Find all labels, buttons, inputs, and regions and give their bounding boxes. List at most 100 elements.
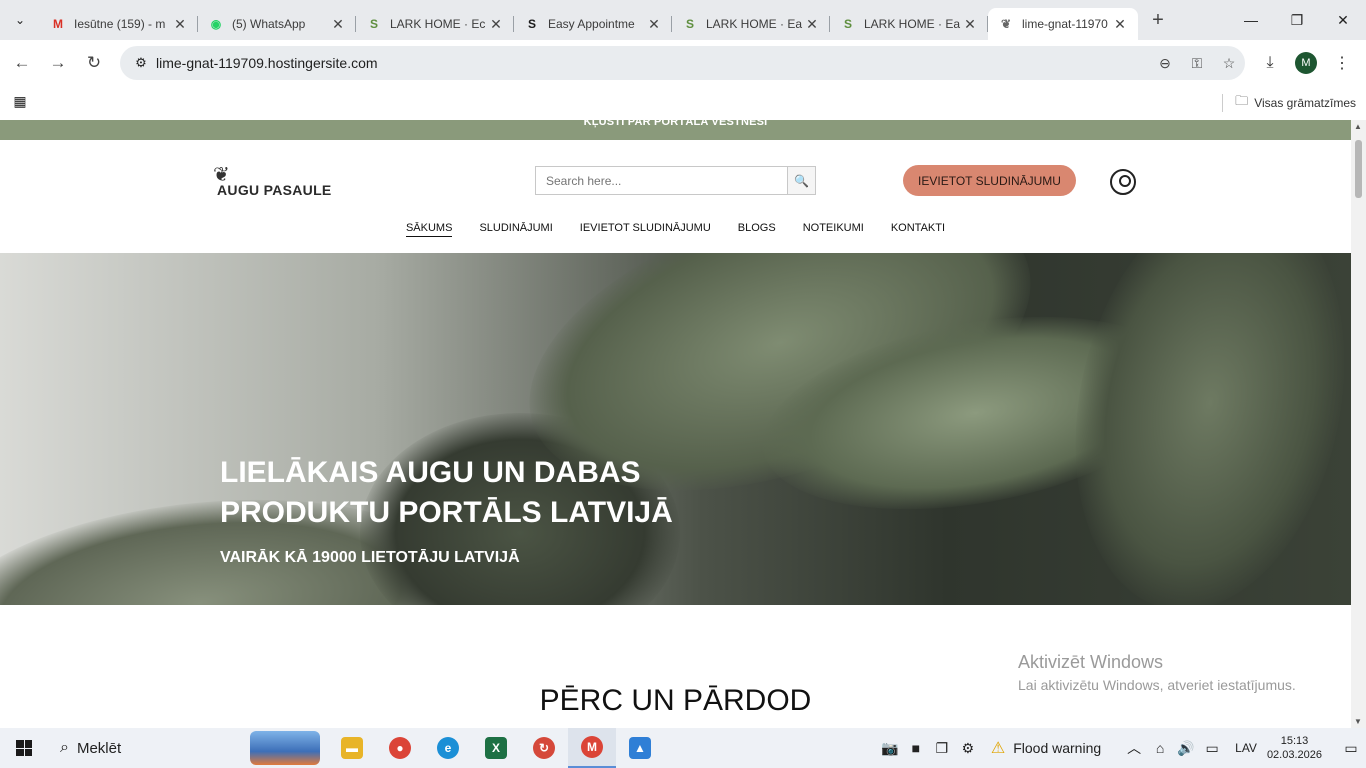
close-tab-icon[interactable]: ✕ <box>488 16 504 33</box>
post-ad-button[interactable]: IEVIETOT SLUDINĀJUMU <box>903 165 1076 196</box>
tab-0[interactable]: M Iesūtne (159) - m ✕ <box>40 8 198 40</box>
site-header: ❦ AUGU PASAULE 🔍 IEVIETOT SLUDINĀJUMU SĀ… <box>0 140 1351 253</box>
close-window-icon[interactable]: ✕ <box>1320 0 1366 40</box>
video-camera-icon[interactable]: ■ <box>903 740 929 756</box>
hero-title: LIELĀKAIS AUGU UN DABAS PRODUKTU PORTĀLS… <box>220 456 673 529</box>
profile-avatar[interactable]: M <box>1295 52 1317 74</box>
all-bookmarks[interactable]: 🗀 Visas grāmatzīmes <box>1222 92 1356 114</box>
site-logo[interactable]: ❦ AUGU PASAULE <box>213 162 343 198</box>
tab-title: (5) WhatsApp <box>232 17 306 31</box>
hero-banner: LIELĀKAIS AUGU UN DABAS PRODUKTU PORTĀLS… <box>0 253 1351 605</box>
bookmark-star-icon[interactable]: ☆ <box>1213 55 1245 72</box>
tab-title: LARK HOME · Ea <box>706 17 803 31</box>
apps-grid-icon[interactable]: ▦ <box>0 93 40 110</box>
scroll-up-icon[interactable]: ▲ <box>1354 122 1362 131</box>
leaf-icon: ❦ <box>1000 17 1012 31</box>
app-red-icon[interactable]: ↻ <box>520 728 568 768</box>
tab-title: lime-gnat-11970 <box>1022 17 1108 31</box>
warning-icon: ⚠ <box>990 740 1006 757</box>
search-icon: 🔍 <box>794 173 809 188</box>
zoom-icon[interactable]: ⊖ <box>1149 55 1181 72</box>
settings-gear-icon[interactable]: ⚙ <box>955 740 981 757</box>
bookmarks-bar: ▦ 🗀 Visas grāmatzīmes <box>0 86 1366 116</box>
tab-title: Iesūtne (159) - m <box>74 17 166 31</box>
system-tray: 📷 ■ ❐ ⚙ ⚠ Flood warning ︿ ⌂ 🔊 ▭ LAV 15:1… <box>877 728 1366 768</box>
tab-2[interactable]: S LARK HOME · Ec ✕ <box>356 8 514 40</box>
tab-5[interactable]: S LARK HOME · Ea ✕ <box>830 8 988 40</box>
shopify-icon: S <box>369 17 378 31</box>
tab-title: Easy Appointme <box>548 17 635 31</box>
close-tab-icon[interactable]: ✕ <box>646 16 662 33</box>
tab-4[interactable]: S LARK HOME · Ea ✕ <box>672 8 830 40</box>
close-tab-icon[interactable]: ✕ <box>330 16 346 33</box>
password-key-icon[interactable]: ⚿ <box>1181 55 1213 72</box>
user-account-icon[interactable] <box>1110 169 1136 195</box>
download-icon[interactable]: ⤓ <box>1252 46 1288 80</box>
top-strip-text[interactable]: KĻŪSTI PAR PORTĀLA VĒSTNESI <box>584 120 768 128</box>
search-input[interactable] <box>536 167 787 194</box>
scrollbar-thumb[interactable] <box>1355 140 1362 198</box>
url-text[interactable]: lime-gnat-119709.hostingersite.com <box>156 55 1149 71</box>
reload-icon[interactable]: ↻ <box>76 45 112 81</box>
tab-search-chevron-icon[interactable]: ⌄ <box>0 0 40 40</box>
nav-item-3[interactable]: BLOGS <box>738 222 776 237</box>
file-explorer-icon[interactable]: ▬ <box>328 728 376 768</box>
search-button[interactable]: 🔍 <box>787 167 815 194</box>
nav-item-4[interactable]: NOTEIKUMI <box>803 222 864 237</box>
logo-text: AUGU PASAULE <box>217 182 332 198</box>
minimize-icon[interactable]: — <box>1228 0 1274 40</box>
windows-logo-icon <box>16 740 32 756</box>
restore-icon[interactable]: ❐ <box>1274 0 1320 40</box>
nav-item-2[interactable]: IEVIETOT SLUDINĀJUMU <box>580 222 711 237</box>
nav-item-5[interactable]: KONTAKTI <box>891 222 945 237</box>
shopify-icon: S <box>527 17 536 31</box>
shopify-icon: S <box>843 17 852 31</box>
taskbar-clock[interactable]: 15:13 02.03.2026 <box>1267 734 1322 762</box>
address-bar[interactable]: ⚙ lime-gnat-119709.hostingersite.com ⊖ ⚿… <box>120 46 1245 80</box>
close-tab-icon[interactable]: ✕ <box>1112 16 1128 33</box>
chrome-icon[interactable]: ● <box>376 728 424 768</box>
excel-icon[interactable]: X <box>472 728 520 768</box>
close-tab-icon[interactable]: ✕ <box>804 16 820 33</box>
page-scrollbar[interactable]: ▲ ▼ <box>1351 120 1366 728</box>
language-indicator[interactable]: LAV <box>1235 741 1257 755</box>
tab-1[interactable]: ◉ (5) WhatsApp ✕ <box>198 8 356 40</box>
close-tab-icon[interactable]: ✕ <box>962 16 978 33</box>
clock-date: 02.03.2026 <box>1266 749 1322 761</box>
taskbar-search[interactable]: ⌕ Meklēt <box>48 728 328 768</box>
chrome-profile-icon[interactable]: M <box>568 728 616 768</box>
camera-icon[interactable]: 📷 <box>877 740 903 757</box>
weather-widget[interactable]: ⚠ Flood warning <box>991 738 1101 758</box>
photos-icon[interactable]: ▲ <box>616 728 664 768</box>
top-announcement-strip[interactable]: KĻŪSTI PAR PORTĀLA VĒSTNESI <box>0 120 1351 140</box>
nav-item-0[interactable]: SĀKUMS <box>405 222 453 237</box>
windows-taskbar: ⌕ Meklēt ▬ ● e X ↻ M ▲ 📷 ■ ❐ ⚙ ⚠ Flood w… <box>0 728 1366 768</box>
nav-item-1[interactable]: SLUDINĀJUMI <box>479 222 552 237</box>
back-arrow-icon[interactable]: ← <box>4 45 40 81</box>
start-button[interactable] <box>0 728 48 768</box>
search-highlight-image <box>250 731 320 765</box>
forward-arrow-icon[interactable]: → <box>40 45 76 81</box>
menu-kebab-icon[interactable]: ⋮ <box>1324 46 1360 80</box>
network-icon[interactable]: ⌂ <box>1147 740 1173 756</box>
battery-icon[interactable]: ▭ <box>1199 740 1225 757</box>
clock-time: 15:13 <box>1280 735 1309 747</box>
scroll-down-icon[interactable]: ▼ <box>1354 717 1362 726</box>
windows-overlap-icon[interactable]: ❐ <box>929 740 955 757</box>
edge-icon[interactable]: e <box>424 728 472 768</box>
watermark-title: Aktivizēt Windows <box>1018 652 1164 672</box>
close-tab-icon[interactable]: ✕ <box>172 16 188 33</box>
chevron-up-icon[interactable]: ︿ <box>1121 738 1147 758</box>
new-tab-button[interactable]: + <box>1138 9 1178 32</box>
tab-title: LARK HOME · Ea <box>864 17 961 31</box>
notifications-icon[interactable]: ▭ <box>1336 740 1366 757</box>
shopify-icon: S <box>685 17 694 31</box>
site-info-icon[interactable]: ⚙ <box>126 55 156 71</box>
tab-3[interactable]: S Easy Appointme ✕ <box>514 8 672 40</box>
watermark-text: Lai aktivizētu Windows, atveriet iestatī… <box>1018 677 1296 693</box>
page-viewport: KĻŪSTI PAR PORTĀLA VĒSTNESI ❦ AUGU PASAU… <box>0 120 1351 728</box>
tab-6[interactable]: ❦ lime-gnat-11970 ✕ <box>988 8 1138 40</box>
volume-icon[interactable]: 🔊 <box>1173 740 1199 757</box>
folder-icon: 🗀 <box>1235 93 1249 108</box>
flood-warning-label: Flood warning <box>1013 740 1102 756</box>
